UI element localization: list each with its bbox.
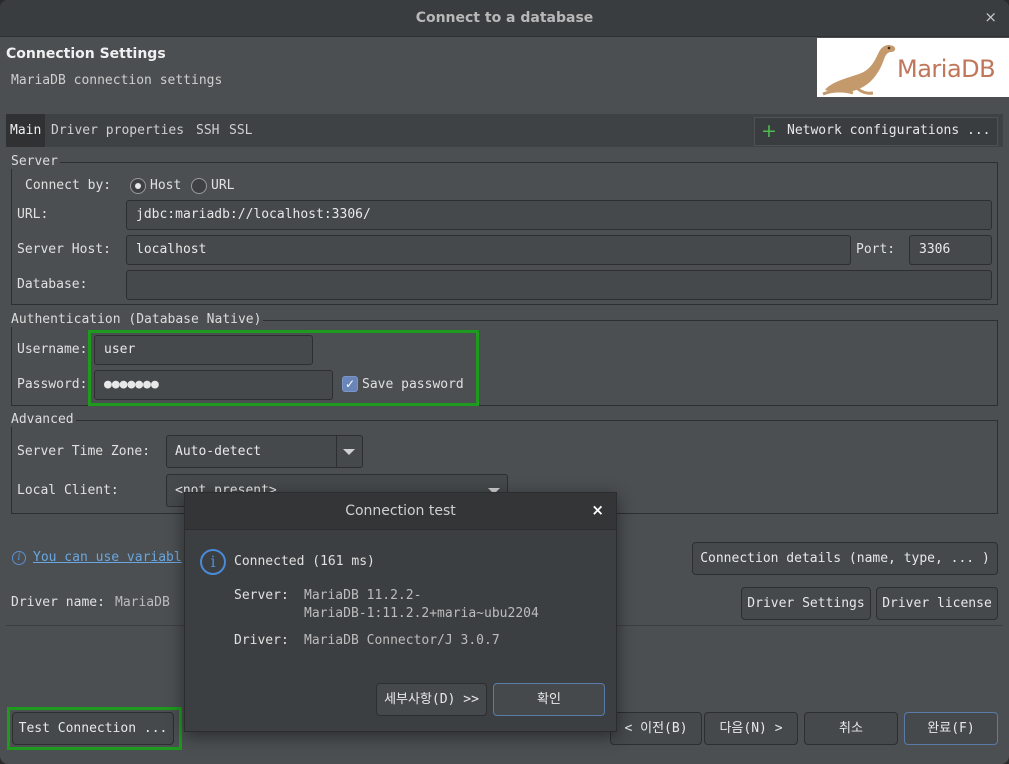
- next-button[interactable]: 다음(N) >: [704, 712, 798, 745]
- dialog-titlebar: Connection test ×: [185, 493, 616, 530]
- mariadb-logo: MariaDB: [817, 38, 1009, 97]
- logo-text: MariaDB: [897, 55, 996, 83]
- connection-test-dialog: Connection test × i Connected (161 ms) S…: [184, 492, 617, 732]
- tab-ssh[interactable]: SSH: [196, 123, 219, 138]
- connection-status: Connected (161 ms): [234, 554, 375, 569]
- server-info-label: Server:: [234, 588, 289, 603]
- server-info-line2: MariaDB-1:11.2.2+maria~ubu2204: [304, 606, 539, 621]
- page-subtitle: MariaDB connection settings: [11, 73, 223, 88]
- server-host-label: Server Host:: [17, 242, 111, 257]
- dialog-title: Connection test: [345, 503, 456, 519]
- page-title: Connection Settings: [6, 46, 166, 62]
- driver-name-value: MariaDB: [115, 595, 170, 610]
- info-icon: i: [12, 551, 26, 565]
- server-info-line1: MariaDB 11.2.2-: [304, 588, 422, 603]
- url-radio-label[interactable]: URL: [211, 178, 234, 193]
- plus-icon: +: [761, 120, 777, 142]
- port-field[interactable]: 3306: [909, 235, 992, 265]
- network-configurations-label: Network configurations ...: [787, 123, 991, 138]
- finish-button[interactable]: 완료(F): [904, 712, 998, 745]
- url-field[interactable]: jdbc:mariadb://localhost:3306/: [126, 200, 992, 230]
- connect-by-label: Connect by:: [25, 178, 112, 193]
- server-timezone-select[interactable]: Auto-detect: [166, 435, 363, 468]
- test-connection-highlight: [7, 707, 182, 750]
- tab-driver-properties[interactable]: Driver properties: [51, 123, 184, 138]
- server-host-field[interactable]: localhost: [126, 235, 851, 265]
- database-field[interactable]: [126, 270, 992, 300]
- details-button[interactable]: 세부사항(D) >>: [376, 683, 487, 716]
- url-label: URL:: [17, 207, 49, 222]
- window-title: Connect to a database: [415, 10, 594, 26]
- driver-name-label: Driver name:: [11, 595, 105, 610]
- tab-main[interactable]: Main: [6, 114, 46, 147]
- driver-license-button[interactable]: Driver license: [876, 587, 998, 620]
- authentication-group-title: Authentication (Database Native): [11, 312, 264, 327]
- username-label: Username:: [17, 342, 88, 357]
- driver-info-value: MariaDB Connector/J 3.0.7: [304, 633, 500, 648]
- url-radio[interactable]: [191, 178, 207, 194]
- tab-ssl[interactable]: SSL: [229, 123, 252, 138]
- info-icon: i: [200, 549, 226, 575]
- server-timezone-value: Auto-detect: [175, 444, 262, 459]
- credentials-highlight: [88, 330, 479, 406]
- advanced-group-title: Advanced: [11, 412, 76, 427]
- port-label: Port:: [856, 242, 896, 257]
- host-radio-label[interactable]: Host: [150, 178, 181, 193]
- local-client-label: Local Client:: [17, 483, 119, 498]
- host-radio[interactable]: [130, 178, 146, 194]
- connection-details-button[interactable]: Connection details (name, type, ... ): [692, 542, 998, 575]
- cancel-button[interactable]: 취소: [804, 712, 898, 745]
- window-close-icon[interactable]: ×: [984, 8, 997, 26]
- server-timezone-label: Server Time Zone:: [17, 444, 151, 459]
- variables-link[interactable]: You can use variabl: [33, 550, 182, 565]
- dialog-close-icon[interactable]: ×: [591, 501, 604, 519]
- server-group-title: Server: [11, 154, 60, 169]
- chevron-down-icon: [343, 449, 355, 455]
- ok-button[interactable]: 확인: [493, 683, 605, 716]
- window-titlebar: Connect to a database ×: [0, 0, 1009, 37]
- network-configurations-button[interactable]: + Network configurations ...: [754, 117, 998, 146]
- back-button[interactable]: < 이전(B): [610, 712, 702, 745]
- sea-lion-logo-icon: [822, 44, 896, 96]
- password-label: Password:: [17, 377, 88, 392]
- driver-settings-button[interactable]: Driver Settings: [741, 587, 871, 620]
- connect-to-database-window: Connect to a database × Connection Setti…: [0, 0, 1009, 764]
- database-label: Database:: [17, 277, 88, 292]
- driver-info-label: Driver:: [234, 633, 289, 648]
- timezone-dropdown[interactable]: [336, 436, 362, 467]
